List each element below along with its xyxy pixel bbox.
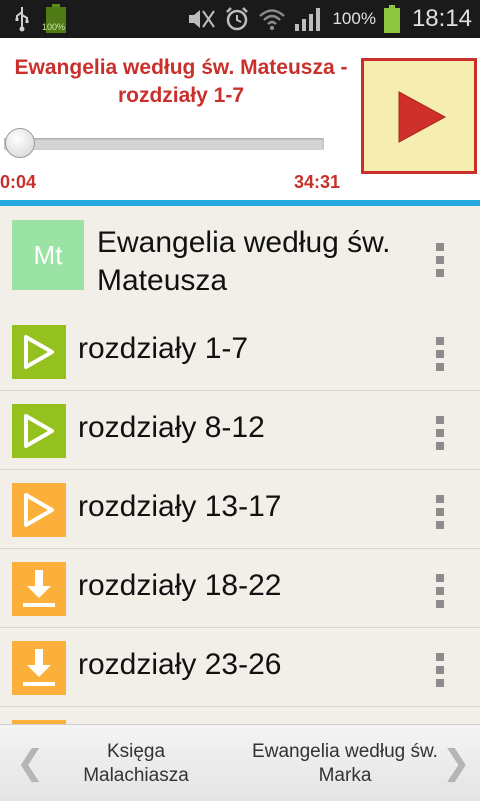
download-chapter-icon[interactable] xyxy=(12,562,66,616)
book-menu-icon[interactable] xyxy=(436,243,444,277)
list-item[interactable]: rozdziały 13-17 xyxy=(0,470,480,549)
book-header[interactable]: Mt Ewangelia według św. Mateusza xyxy=(0,206,480,312)
wifi-icon xyxy=(259,9,286,31)
play-button[interactable] xyxy=(361,58,477,174)
clock: 18:14 xyxy=(411,5,472,32)
play-chapter-icon[interactable] xyxy=(12,483,66,537)
chevron-left-icon[interactable]: ❮ xyxy=(16,743,45,783)
chapter-menu-icon[interactable] xyxy=(436,495,444,529)
alarm-icon xyxy=(226,7,249,31)
chapter-label: rozdziały 8-12 xyxy=(78,411,265,444)
list-item[interactable]: rozdziały 23-26 xyxy=(0,628,480,707)
chapter-label: rozdziały 23-26 xyxy=(78,648,282,681)
chapter-menu-icon[interactable] xyxy=(436,416,444,450)
now-playing-title: Ewangelia według św. Mateusza - rozdział… xyxy=(14,56,348,107)
mute-icon xyxy=(189,10,216,28)
elapsed-time: 0:04 xyxy=(0,172,37,192)
list-item[interactable]: rozdziały 1-7 xyxy=(0,312,480,391)
battery-percent: 100% xyxy=(332,9,376,28)
chapter-label: rozdziały 1-7 xyxy=(78,332,249,365)
download-arrow-icon xyxy=(23,649,55,686)
previous-book-link[interactable]: Księga Malachiasza xyxy=(56,740,216,788)
chapter-menu-icon[interactable] xyxy=(436,574,444,608)
seek-track[interactable] xyxy=(4,138,324,150)
chapter-label: rozdziały 18-22 xyxy=(78,569,282,602)
list-item[interactable]: rozdziały 8-12 xyxy=(0,391,480,470)
play-triangle-icon xyxy=(24,493,54,527)
total-time: 34:31 xyxy=(294,172,341,192)
chapter-label: rozdziały 13-17 xyxy=(78,490,282,523)
battery-icon xyxy=(383,5,400,33)
player-panel: Ewangelia według św. Mateusza - rozdział… xyxy=(0,38,480,200)
chapter-menu-icon[interactable] xyxy=(436,653,444,687)
list-item[interactable]: rozdziały 18-22 xyxy=(0,549,480,628)
download-arrow-icon xyxy=(23,570,55,607)
chevron-right-icon[interactable]: ❯ xyxy=(442,743,471,783)
play-triangle-icon xyxy=(24,414,54,448)
bottom-navigation: ❮ Księga Malachiasza Ewangelia według św… xyxy=(0,724,480,801)
play-triangle-icon xyxy=(24,335,54,369)
book-title: Ewangelia według św. Mateusza xyxy=(97,226,391,297)
usb-icon xyxy=(15,7,29,32)
seek-thumb[interactable] xyxy=(4,128,35,158)
download-chapter-icon[interactable] xyxy=(12,641,66,695)
list-item-partial[interactable] xyxy=(0,707,480,724)
book-badge: Mt xyxy=(12,220,84,290)
play-chapter-icon[interactable] xyxy=(12,404,66,458)
chapter-list: rozdziały 1-7 rozdziały 8-12 rozdziały 1… xyxy=(0,312,480,724)
battery-small-icon: 100% xyxy=(42,4,68,34)
next-book-link[interactable]: Ewangelia według św. Marka xyxy=(252,740,438,788)
battery-small-label: 100% xyxy=(42,22,66,32)
seek-bar[interactable] xyxy=(4,128,324,158)
signal-icon xyxy=(295,8,321,31)
play-chapter-icon[interactable] xyxy=(12,325,66,379)
status-bar: 100% 100% 18:14 xyxy=(0,0,480,38)
chapter-menu-icon[interactable] xyxy=(436,337,444,371)
play-icon xyxy=(398,91,447,143)
